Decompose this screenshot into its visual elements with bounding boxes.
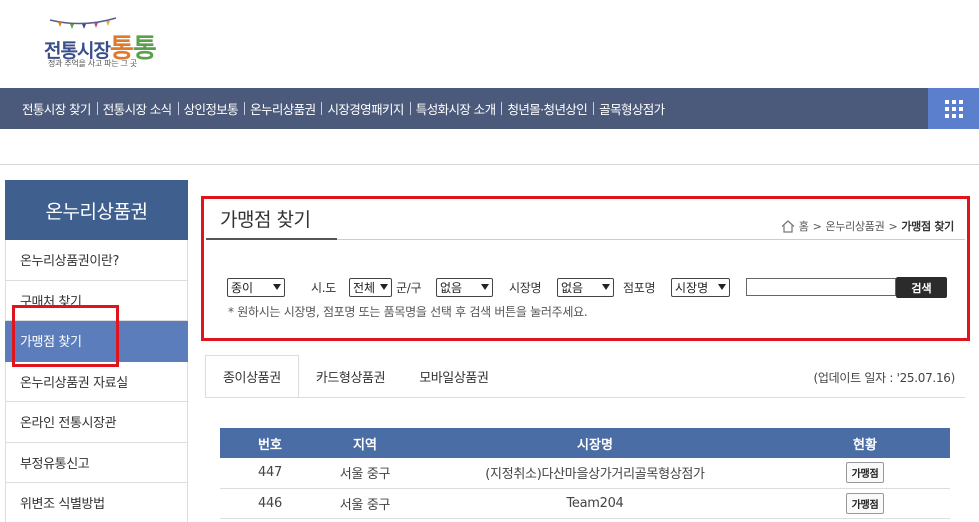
sidebar-item-fraud-report[interactable]: 부정유통신고: [5, 442, 188, 483]
sidebar-item-about[interactable]: 온누리상품권이란?: [5, 240, 188, 281]
tabs-divider: [205, 397, 965, 398]
cell-region: 서울 중구: [320, 488, 410, 519]
column-header-region: 지역: [320, 428, 410, 458]
table-row: 446 서울 중구 Team204 가맹점: [220, 488, 950, 519]
store-table: 번호 지역 시장명 현황 447 서울 중구 (지정취소)다산마을상가거리골목형…: [220, 428, 950, 519]
market-label: 시장명: [509, 281, 542, 295]
store-label: 점포명: [623, 281, 656, 295]
main-nav: 전통시장 찾기 전통시장 소식 상인정보통 온누리상품권 시장경영패키지 특성화…: [0, 88, 979, 129]
cell-market: (지정취소)다산마을상가거리골목형상점가: [410, 458, 780, 489]
cell-market: Team204: [410, 488, 780, 519]
update-date: (업데이트 일자 : '25.07.16): [813, 371, 955, 385]
chevron-down-icon: [380, 284, 388, 290]
cell-no: 447: [220, 458, 320, 489]
site-logo[interactable]: 전통시장통통 정과 추억을 사고 파는 그 곳: [44, 14, 174, 74]
tab-mobile[interactable]: 모바일상품권: [402, 355, 505, 398]
cell-status: 가맹점: [780, 458, 950, 489]
tab-paper[interactable]: 종이상품권: [205, 355, 299, 398]
market-select[interactable]: 없음: [557, 278, 614, 297]
store-list-button[interactable]: 가맹점: [845, 492, 885, 514]
sub-nav-bar: [0, 129, 979, 165]
gungu-select[interactable]: 없음: [436, 278, 493, 297]
tab-card[interactable]: 카드형상품권: [299, 355, 402, 398]
nav-item-alley-shops[interactable]: 골목형상점가: [593, 99, 670, 118]
search-hint: * 원하시는 시장명, 점포명 또는 품목명을 선택 후 검색 버튼을 눌러주세…: [228, 305, 588, 319]
nav-item-special-market[interactable]: 특성화시장 소개: [409, 99, 502, 118]
search-button[interactable]: 검색: [896, 277, 947, 298]
cell-no: 446: [220, 488, 320, 519]
chevron-down-icon: [718, 284, 726, 290]
gungu-label: 군/구: [396, 281, 422, 295]
sido-select[interactable]: 전체: [349, 278, 392, 297]
nav-item-merchant-info[interactable]: 상인정보통: [177, 99, 245, 118]
voucher-tabs: 종이상품권 카드형상품권 모바일상품권: [205, 355, 506, 398]
chevron-down-icon: [273, 284, 281, 290]
sidebar-item-online-market[interactable]: 온라인 전통시장관: [5, 402, 188, 443]
cell-region: 서울 중구: [320, 458, 410, 489]
nav-item-market-news[interactable]: 전통시장 소식: [96, 99, 178, 118]
store-field-select[interactable]: 시장명: [671, 278, 730, 297]
table-row: 447 서울 중구 (지정취소)다산마을상가거리골목형상점가 가맹점: [220, 458, 950, 489]
column-header-status: 현황: [780, 428, 950, 458]
nav-item-onnuri[interactable]: 온누리상품권: [244, 99, 321, 118]
sidebar-title: 온누리상품권: [5, 180, 188, 240]
all-menu-button[interactable]: [928, 88, 979, 129]
grid-menu-icon: [944, 99, 963, 118]
chevron-down-icon: [481, 284, 489, 290]
column-header-market: 시장명: [410, 428, 780, 458]
highlight-box-sidebar: [12, 305, 119, 367]
logo-subtitle: 정과 추억을 사고 파는 그 곳: [48, 59, 137, 68]
store-list-button[interactable]: 가맹점: [845, 462, 885, 484]
search-input[interactable]: [746, 278, 896, 296]
sidebar-item-counterfeit-guide[interactable]: 위변조 식별방법: [5, 483, 188, 522]
chevron-down-icon: [602, 284, 610, 290]
column-header-no: 번호: [220, 428, 320, 458]
sidebar-item-archive[interactable]: 온누리상품권 자료실: [5, 361, 188, 402]
cell-status: 가맹점: [780, 488, 950, 519]
nav-item-management-package[interactable]: 시장경영패키지: [321, 99, 409, 118]
nav-item-youth-mall[interactable]: 청년몰·청년상인: [501, 99, 593, 118]
nav-item-market-search[interactable]: 전통시장 찾기: [16, 99, 97, 118]
table-header-row: 번호 지역 시장명 현황: [220, 428, 950, 458]
sido-label: 시.도: [311, 281, 336, 295]
voucher-type-select[interactable]: 종이: [227, 278, 285, 297]
